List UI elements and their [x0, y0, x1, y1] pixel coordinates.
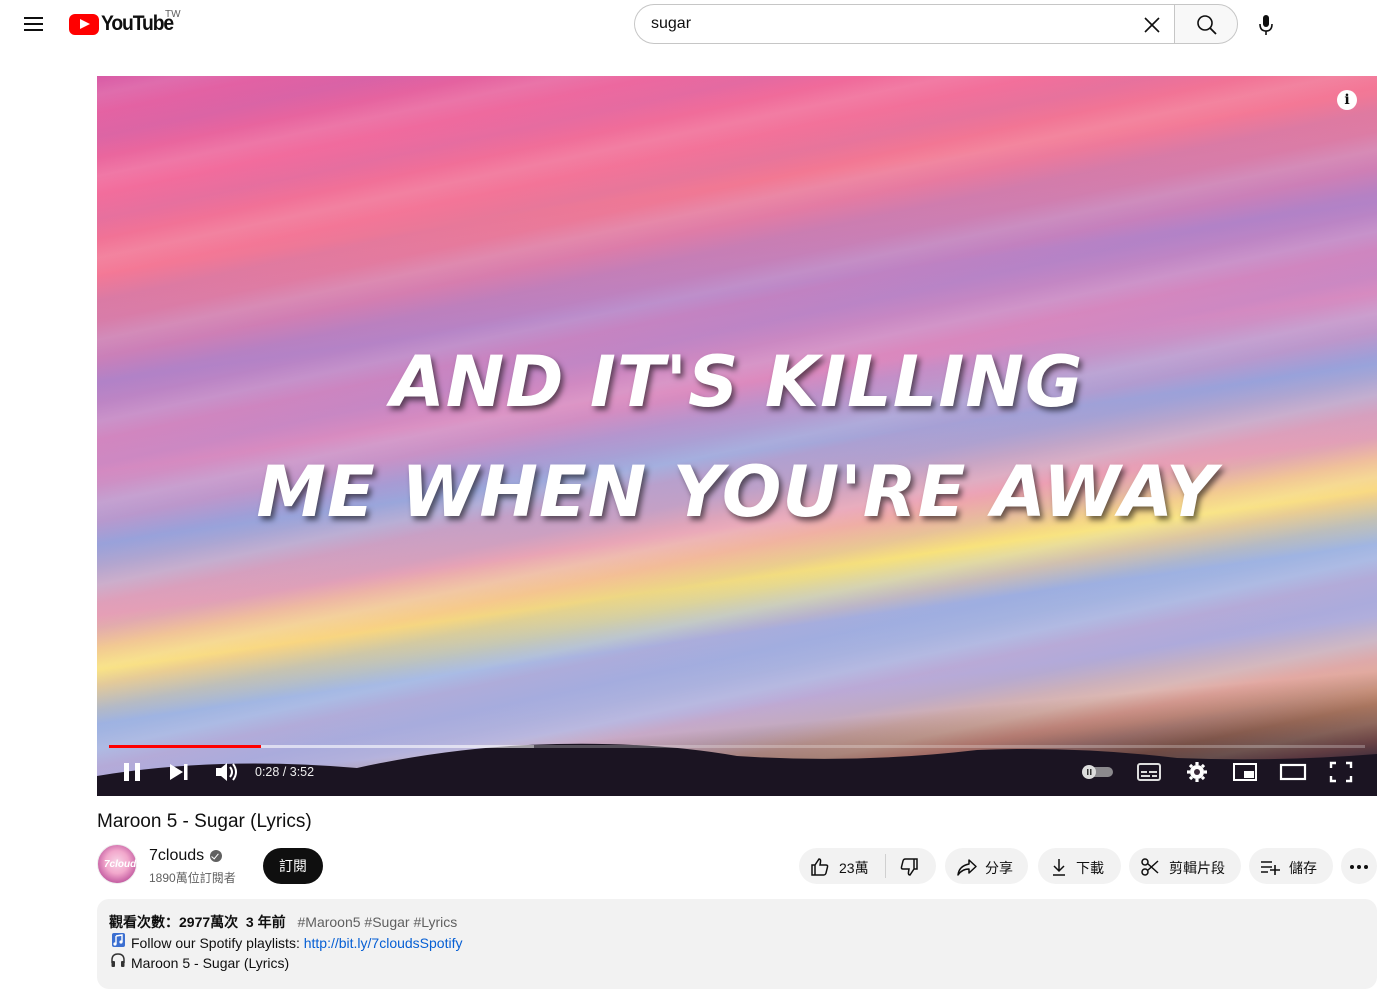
- settings-icon[interactable]: [1179, 756, 1215, 788]
- hashtags[interactable]: #Maroon5 #Sugar #Lyrics: [298, 914, 458, 930]
- avatar-text: 7clouds: [104, 859, 142, 870]
- spotify-line: Follow our Spotify playlists: http://bit…: [109, 932, 463, 951]
- clip-label: 剪輯片段: [1169, 860, 1225, 876]
- lyric-line-1: AND IT'S KILLING: [390, 341, 1084, 423]
- share-button[interactable]: 分享: [945, 848, 1028, 884]
- share-label: 分享: [985, 860, 1013, 876]
- avatar[interactable]: 7clouds: [97, 844, 142, 884]
- theater-icon[interactable]: [1275, 756, 1311, 788]
- music-note-icon: [109, 932, 127, 951]
- logo-text: YouTube: [101, 12, 174, 35]
- spotify-prefix: Follow our Spotify playlists:: [131, 935, 304, 951]
- song-line: Maroon 5 - Sugar (Lyrics): [109, 952, 289, 971]
- view-meta: 觀看次數：2977萬次 3 年前 #Maroon5 #Sugar #Lyrics: [109, 912, 457, 932]
- volume-icon[interactable]: [208, 756, 244, 788]
- more-button[interactable]: [1341, 848, 1377, 884]
- headphones-icon: [109, 952, 127, 971]
- subscribe-button[interactable]: 訂閱: [263, 848, 323, 884]
- like-button[interactable]: 23萬: [799, 848, 885, 884]
- menu-icon[interactable]: [20, 11, 48, 37]
- download-button[interactable]: 下載: [1038, 848, 1121, 884]
- like-icon: [811, 858, 829, 876]
- description-box[interactable]: 觀看次數：2977萬次 3 年前 #Maroon5 #Sugar #Lyrics…: [97, 899, 1377, 989]
- youtube-logo[interactable]: YouTube: [69, 12, 179, 36]
- search-value: sugar: [651, 15, 692, 32]
- region-code: TW: [165, 9, 181, 20]
- like-dislike-group: 23萬: [799, 848, 936, 884]
- search-button[interactable]: [1174, 4, 1238, 44]
- dislike-button[interactable]: [886, 848, 936, 884]
- close-icon[interactable]: [1138, 11, 1166, 39]
- lyric-line-2: ME WHEN YOU'RE AWAY: [256, 451, 1218, 533]
- clip-icon: [1141, 858, 1159, 876]
- song-title-line: Maroon 5 - Sugar (Lyrics): [131, 955, 290, 971]
- video-title: Maroon 5 - Sugar (Lyrics): [97, 811, 312, 832]
- channel-name[interactable]: 7clouds: [149, 847, 204, 865]
- pause-icon[interactable]: [115, 756, 151, 788]
- verified-icon: [210, 850, 222, 862]
- share-icon: [957, 859, 977, 876]
- time-display: 0:28 / 3:52: [255, 765, 315, 779]
- view-count-date: 觀看次數：2977萬次 3 年前: [109, 914, 286, 930]
- dislike-icon: [900, 858, 918, 876]
- player-controls: 0:28 / 3:52: [97, 748, 1377, 796]
- subscriber-count: 1890萬位訂閱者: [149, 871, 236, 885]
- info-icon[interactable]: i: [1337, 90, 1357, 110]
- save-button[interactable]: 儲存: [1249, 848, 1333, 884]
- search-input[interactable]: sugar: [634, 4, 1174, 44]
- more-icon: [1350, 865, 1368, 869]
- mic-icon[interactable]: [1246, 4, 1286, 44]
- miniplayer-icon[interactable]: [1227, 756, 1263, 788]
- fullscreen-icon[interactable]: [1323, 756, 1359, 788]
- youtube-logo-icon: [69, 13, 99, 35]
- subtitles-icon[interactable]: [1131, 756, 1167, 788]
- video-frame-streaks: [97, 76, 1377, 796]
- save-label: 儲存: [1289, 860, 1317, 876]
- like-count: 23萬: [839, 860, 869, 876]
- save-icon: [1261, 861, 1280, 875]
- download-label: 下載: [1076, 860, 1104, 876]
- autoplay-toggle-icon[interactable]: [1079, 756, 1119, 788]
- download-icon: [1053, 859, 1065, 876]
- masthead: YouTube TW sugar: [0, 0, 1394, 50]
- search-icon: [1197, 15, 1217, 35]
- video-player[interactable]: AND IT'S KILLING ME WHEN YOU'RE AWAY i 0…: [97, 76, 1377, 796]
- spotify-link[interactable]: http://bit.ly/7cloudsSpotify: [304, 935, 463, 951]
- clip-button[interactable]: 剪輯片段: [1129, 848, 1241, 884]
- next-icon[interactable]: [161, 756, 197, 788]
